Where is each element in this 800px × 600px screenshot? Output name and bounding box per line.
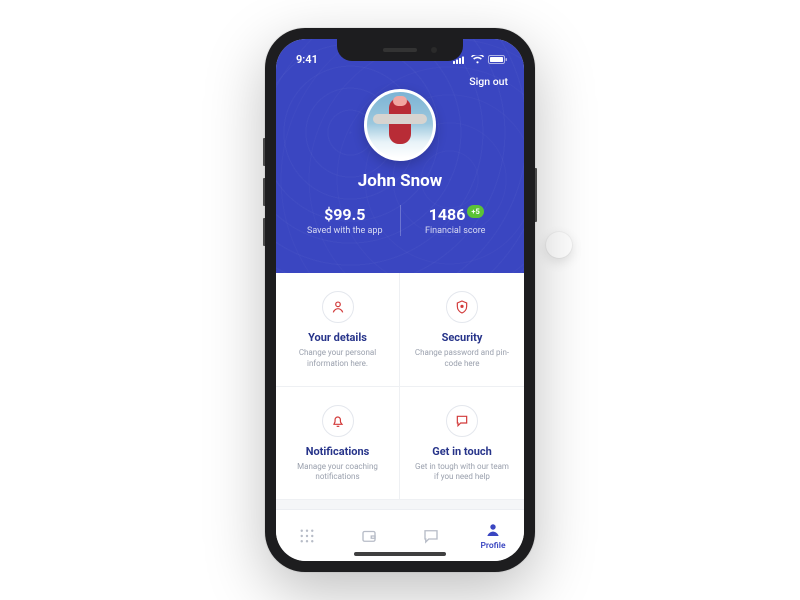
- person-icon: [322, 291, 354, 323]
- avatar[interactable]: [364, 89, 436, 161]
- stat-score-label: Financial score: [401, 226, 511, 236]
- status-icons: [453, 55, 510, 64]
- stats-row: $99.5 Saved with the app 1486+5 Financia…: [290, 205, 510, 236]
- stat-score[interactable]: 1486+5 Financial score: [401, 205, 511, 236]
- card-desc: Change your personal information here.: [290, 348, 385, 370]
- card-security[interactable]: Security Change password and pin-code he…: [400, 273, 524, 387]
- stat-score-value: 1486: [429, 205, 466, 224]
- battery-icon: [488, 55, 508, 64]
- message-icon: [422, 527, 440, 545]
- grid-icon: [298, 527, 316, 545]
- card-desc: Get in tough with our team if you need h…: [414, 462, 510, 484]
- floating-dot: [546, 232, 572, 258]
- card-desc: Manage your coaching notifications: [290, 462, 385, 484]
- card-title: Get in touch: [414, 445, 510, 458]
- score-delta-badge: +5: [467, 205, 483, 218]
- card-title: Security: [414, 331, 510, 344]
- notch: [337, 39, 463, 61]
- stat-saved[interactable]: $99.5 Saved with the app: [290, 205, 400, 236]
- card-notifications[interactable]: Notifications Manage your coaching notif…: [276, 387, 400, 501]
- wifi-icon: [471, 55, 484, 64]
- username: John Snow: [290, 171, 510, 191]
- home-indicator[interactable]: [354, 552, 446, 556]
- tab-profile-label: Profile: [480, 541, 505, 551]
- card-title: Notifications: [290, 445, 385, 458]
- sign-out-link[interactable]: Sign out: [469, 75, 508, 88]
- card-title: Your details: [290, 331, 385, 344]
- tab-profile[interactable]: Profile: [462, 510, 524, 561]
- screen: 9:41 Sign out John Snow $99.5 Saved with…: [276, 39, 524, 561]
- profile-icon: [484, 521, 502, 539]
- phone-frame: 9:41 Sign out John Snow $99.5 Saved with…: [265, 28, 535, 572]
- wallet-icon: [360, 527, 378, 545]
- settings-grid: Your details Change your personal inform…: [276, 273, 524, 500]
- status-time: 9:41: [290, 53, 318, 66]
- profile-header: 9:41 Sign out John Snow $99.5 Saved with…: [276, 39, 524, 273]
- card-get-in-touch[interactable]: Get in touch Get in tough with our team …: [400, 387, 524, 501]
- chat-icon: [446, 405, 478, 437]
- shield-icon: [446, 291, 478, 323]
- bell-icon: [322, 405, 354, 437]
- stat-saved-value: $99.5: [290, 205, 400, 224]
- stat-saved-label: Saved with the app: [290, 226, 400, 236]
- card-desc: Change password and pin-code here: [414, 348, 510, 370]
- tab-apps[interactable]: [276, 510, 338, 561]
- card-your-details[interactable]: Your details Change your personal inform…: [276, 273, 400, 387]
